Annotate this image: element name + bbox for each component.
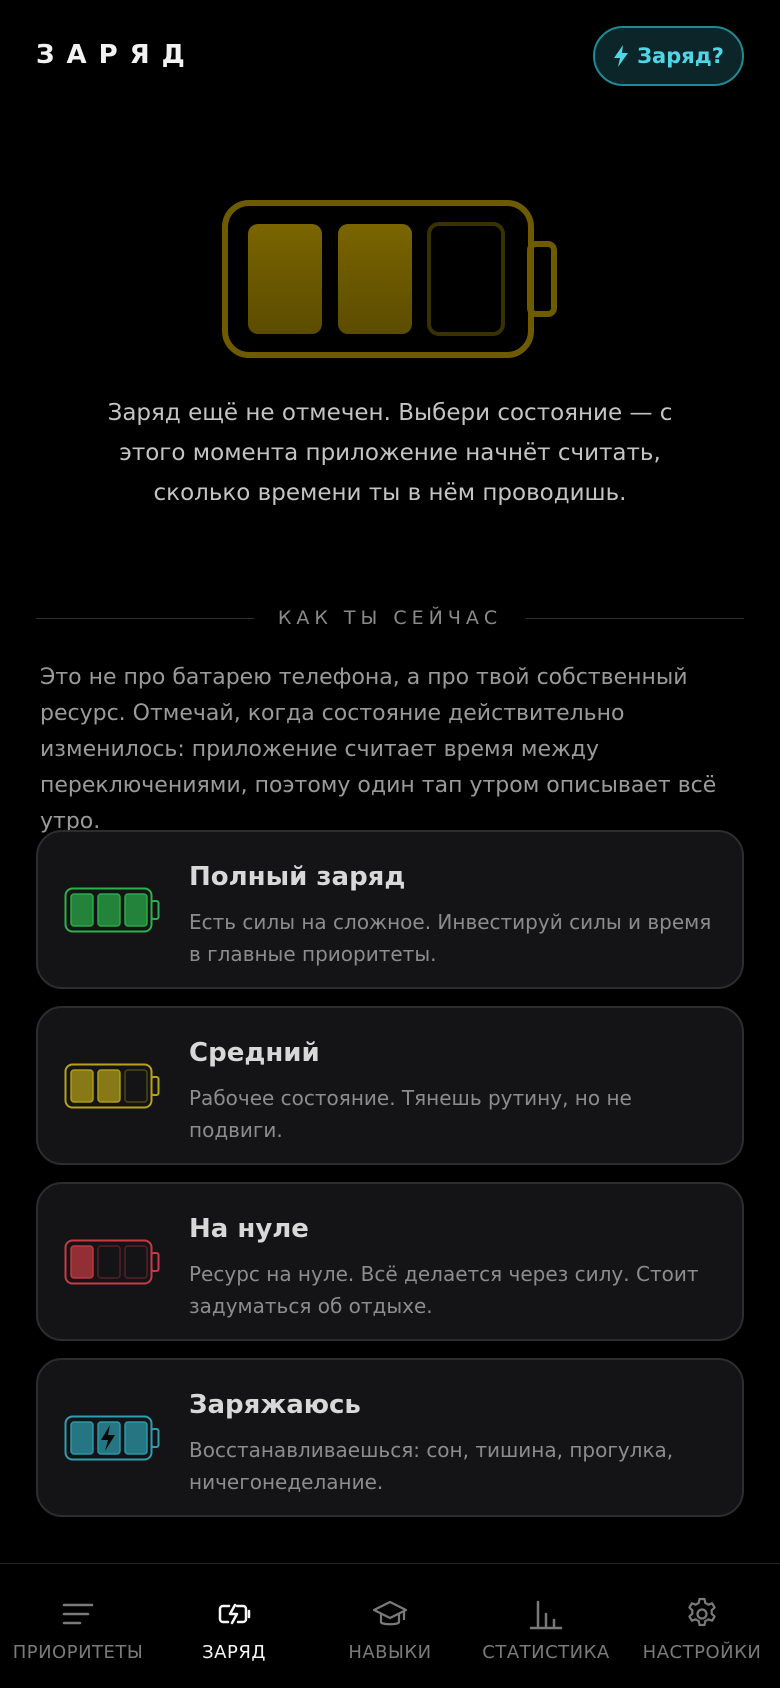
nav-label: НАВЫКИ xyxy=(348,1642,432,1663)
state-card-charging[interactable]: Заряжаюсь Восстанавливаешься: сон, тишин… xyxy=(36,1358,744,1517)
battery-cell xyxy=(124,1069,148,1103)
nav-item-priorities[interactable]: ПРИОРИТЕТЫ xyxy=(0,1564,156,1688)
list-icon xyxy=(62,1603,94,1625)
graduation-cap-icon xyxy=(372,1600,408,1626)
hero-battery-cell-3 xyxy=(427,222,505,336)
divider-line-right xyxy=(526,617,745,619)
state-text: Рабочее состояние. Тянешь рутину, но не … xyxy=(189,1086,632,1142)
nav-item-charge[interactable]: ЗАРЯД xyxy=(156,1564,312,1688)
battery-empty-icon xyxy=(64,1239,160,1285)
state-text: Ресурс на нуле. Всё делается через силу.… xyxy=(189,1262,699,1318)
divider-line-left xyxy=(36,617,254,619)
state-list: Полный заряд Есть силы на сложное. Инвес… xyxy=(36,830,744,1534)
state-title: На нуле xyxy=(189,1214,309,1244)
battery-medium-icon xyxy=(64,1063,160,1109)
state-text: Восстанавливаешься: сон, тишина, прогулк… xyxy=(189,1438,674,1494)
battery-charging-icon xyxy=(64,1415,160,1461)
battery-full-icon xyxy=(64,887,160,933)
header: ЗАРЯД Заряд? xyxy=(0,0,780,115)
section-title: КАК ТЫ СЕЙЧАС xyxy=(277,607,503,629)
bottom-nav: ПРИОРИТЕТЫ ЗАРЯД НАВЫКИ СТАТИСТИКА НАСТР… xyxy=(0,1563,780,1688)
state-card-medium[interactable]: Средний Рабочее состояние. Тянешь рутину… xyxy=(36,1006,744,1165)
hero-battery-cell-1 xyxy=(248,224,322,334)
page-title: ЗАРЯД xyxy=(36,40,197,70)
state-card-full[interactable]: Полный заряд Есть силы на сложное. Инвес… xyxy=(36,830,744,989)
hero-battery-icon xyxy=(222,200,557,358)
nav-label: ПРИОРИТЕТЫ xyxy=(12,1642,144,1663)
battery-cell xyxy=(97,1069,121,1103)
battery-cell xyxy=(124,893,148,927)
battery-charging-icon xyxy=(218,1603,251,1625)
battery-cell xyxy=(70,1245,94,1279)
section-divider: КАК ТЫ СЕЙЧАС xyxy=(36,603,745,633)
state-title: Средний xyxy=(189,1038,320,1068)
battery-cell xyxy=(97,893,121,927)
bar-chart-icon xyxy=(529,1600,563,1630)
help-button-label: Заряд? xyxy=(637,44,724,68)
battery-cell xyxy=(97,1245,121,1279)
nav-label: СТАТИСТИКА xyxy=(482,1642,610,1663)
battery-cell xyxy=(70,1421,94,1455)
battery-cell xyxy=(70,893,94,927)
nav-item-statistics[interactable]: СТАТИСТИКА xyxy=(468,1564,624,1688)
gear-icon xyxy=(688,1597,716,1627)
battery-cell xyxy=(124,1421,148,1455)
nav-item-settings[interactable]: НАСТРОЙКИ xyxy=(624,1564,780,1688)
help-button[interactable]: Заряд? xyxy=(593,26,744,86)
state-text: Есть силы на сложное. Инвестируй силы и … xyxy=(189,910,712,966)
lightning-icon xyxy=(614,45,629,67)
state-card-empty[interactable]: На нуле Ресурс на нуле. Всё делается чер… xyxy=(36,1182,744,1341)
section-description: Это не про батарею телефона, а про твой … xyxy=(40,665,717,834)
battery-cell xyxy=(70,1069,94,1103)
nav-item-skills[interactable]: НАВЫКИ xyxy=(312,1564,468,1688)
nav-label: ЗАРЯД xyxy=(202,1642,266,1663)
state-title: Заряжаюсь xyxy=(189,1390,361,1420)
hero-message: Заряд ещё не отмечен. Выбери состояние —… xyxy=(107,400,673,506)
nav-label: НАСТРОЙКИ xyxy=(642,1642,762,1663)
state-title: Полный заряд xyxy=(189,862,406,892)
battery-cell xyxy=(124,1245,148,1279)
hero-battery-cell-2 xyxy=(338,224,412,334)
